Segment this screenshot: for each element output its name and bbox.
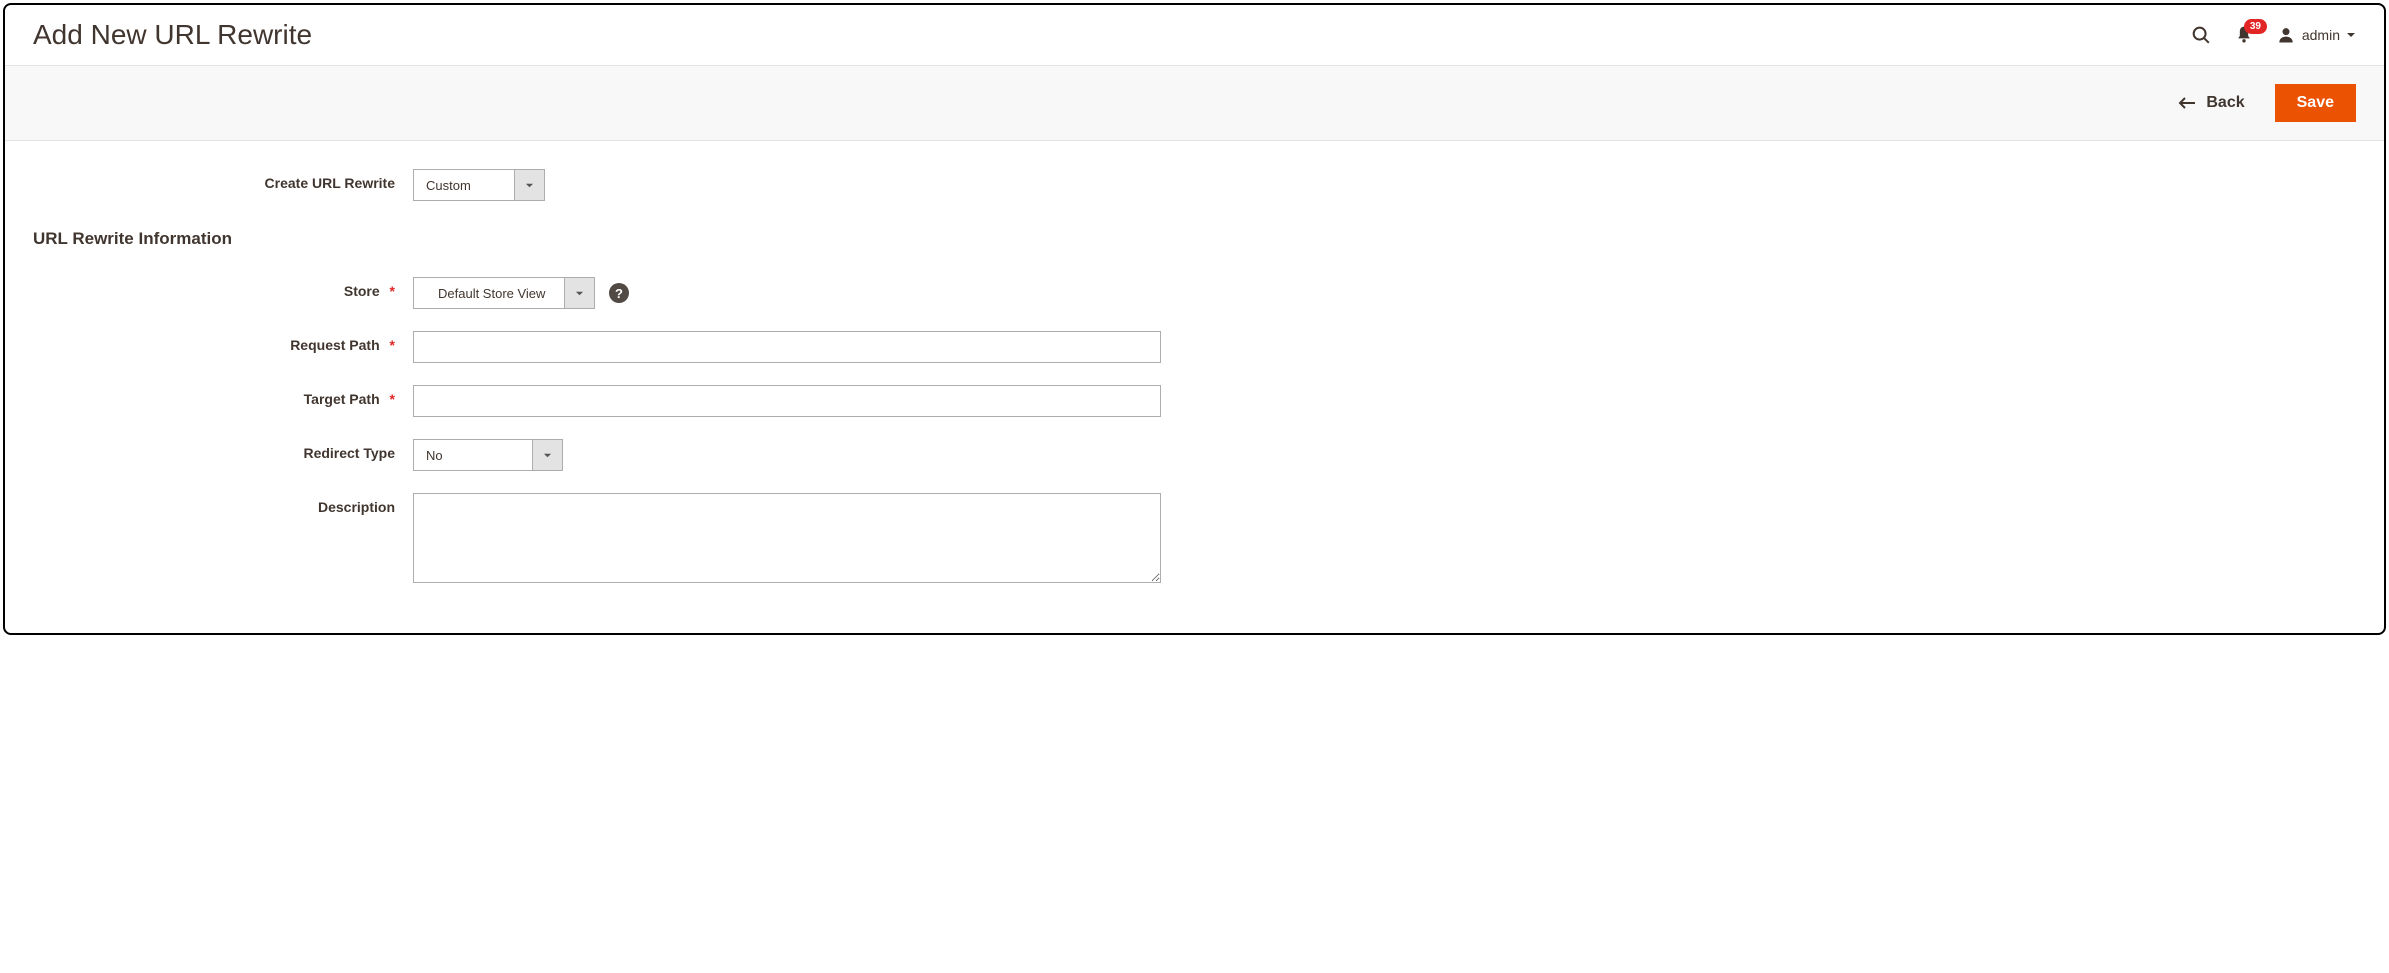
create-url-rewrite-select[interactable]: Custom — [413, 169, 545, 201]
required-mark: * — [390, 337, 395, 353]
redirect-type-label: Redirect Type — [303, 445, 395, 461]
redirect-type-value: No — [414, 440, 532, 470]
request-path-input[interactable] — [413, 331, 1161, 363]
user-menu[interactable]: admin — [2276, 25, 2356, 45]
back-label: Back — [2206, 94, 2244, 112]
store-select[interactable]: Default Store View — [413, 277, 595, 309]
chevron-down-icon — [514, 170, 544, 200]
create-url-rewrite-value: Custom — [414, 170, 514, 200]
back-button[interactable]: Back — [2164, 88, 2258, 118]
notification-badge: 39 — [2244, 19, 2267, 34]
chevron-down-icon — [2346, 30, 2356, 40]
target-path-input[interactable] — [413, 385, 1161, 417]
store-label: Store — [344, 283, 380, 299]
required-mark: * — [390, 391, 395, 407]
search-icon[interactable] — [2190, 24, 2212, 46]
description-textarea[interactable] — [413, 493, 1161, 583]
chevron-down-icon — [532, 440, 562, 470]
save-button[interactable]: Save — [2275, 84, 2356, 122]
notifications-icon[interactable]: 39 — [2234, 25, 2254, 45]
store-value: Default Store View — [414, 278, 564, 308]
redirect-type-select[interactable]: No — [413, 439, 563, 471]
help-icon[interactable]: ? — [609, 283, 629, 303]
create-url-rewrite-label: Create URL Rewrite — [33, 169, 413, 191]
section-heading: URL Rewrite Information — [33, 229, 2356, 249]
page-title: Add New URL Rewrite — [33, 19, 312, 51]
chevron-down-icon — [564, 278, 594, 308]
request-path-label: Request Path — [290, 337, 379, 353]
required-mark: * — [390, 283, 395, 299]
username-label: admin — [2302, 27, 2340, 43]
description-label: Description — [318, 499, 395, 515]
user-icon — [2276, 25, 2296, 45]
target-path-label: Target Path — [304, 391, 380, 407]
arrow-left-icon — [2178, 96, 2196, 110]
